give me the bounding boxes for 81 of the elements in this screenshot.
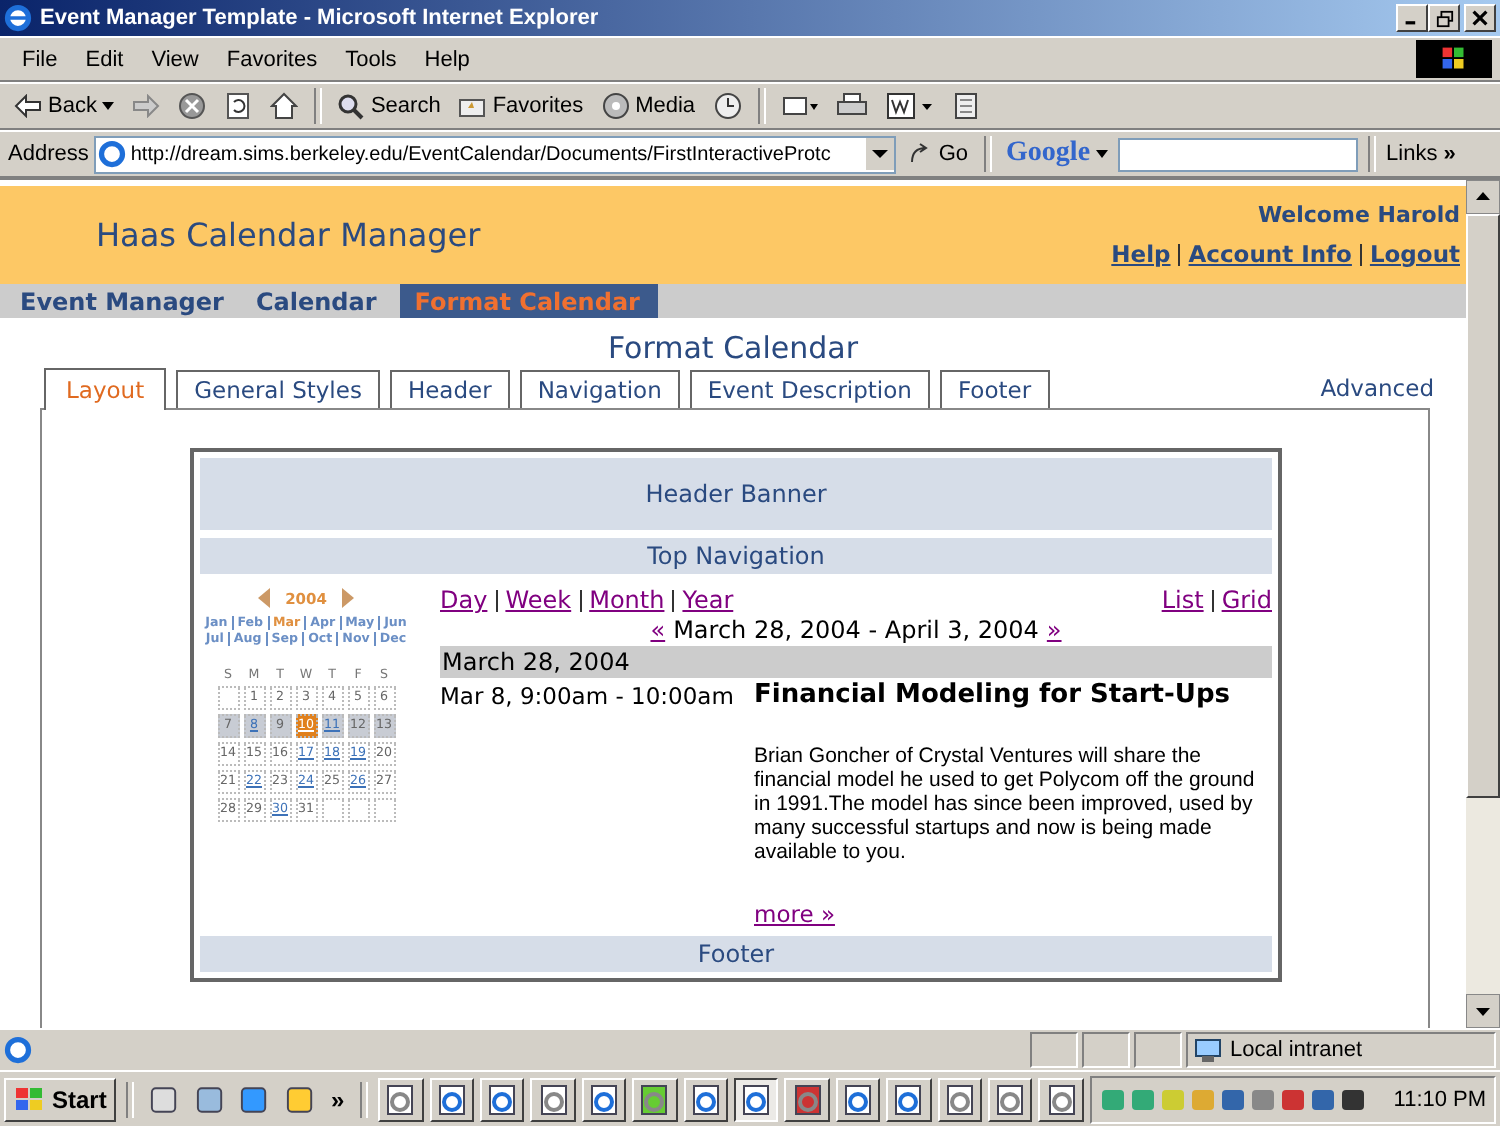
event-title: Financial Modeling for Start-Ups — [754, 680, 1233, 710]
history-icon[interactable] — [713, 92, 742, 120]
dropdown-icon[interactable] — [866, 138, 895, 170]
go-arrow-icon — [908, 142, 933, 166]
footer-bar: Footer — [200, 936, 1272, 972]
user-link[interactable]: Account Info — [1188, 240, 1352, 268]
restore-button[interactable] — [1428, 4, 1460, 32]
caret-icon — [102, 102, 115, 110]
more-link[interactable]: more » — [754, 900, 835, 928]
scroll-down-button[interactable] — [1466, 994, 1500, 1028]
view-link[interactable]: Week — [505, 586, 572, 614]
menu-item[interactable]: Tools — [331, 47, 411, 71]
tray-icon[interactable] — [1219, 1085, 1246, 1113]
scrollbar[interactable] — [1466, 180, 1500, 1028]
close-icon — [1472, 10, 1488, 26]
back-arrow-icon — [14, 94, 42, 118]
caret-icon — [1096, 150, 1109, 158]
status-panel — [1134, 1032, 1182, 1068]
tab[interactable]: Footer — [939, 370, 1050, 408]
favorites-button[interactable]: Favorites — [452, 94, 590, 118]
menu-item[interactable]: Favorites — [212, 47, 332, 71]
close-button[interactable] — [1464, 4, 1496, 32]
date-header: March 28, 2004 — [440, 646, 1272, 678]
tab[interactable]: Event Description — [689, 370, 930, 408]
address-field[interactable]: http://dream.sims.berkeley.edu/EventCalendar/Documents/FirstInteractiveProtc — [94, 135, 897, 173]
user-link[interactable]: Logout — [1369, 240, 1460, 268]
view-link[interactable]: Year — [682, 586, 734, 614]
windows-logo-icon — [14, 1085, 46, 1113]
taskbar-button[interactable] — [733, 1077, 779, 1121]
nav-tab[interactable]: Calendar — [241, 284, 395, 318]
header-banner: Header Banner — [200, 458, 1272, 530]
edit-document-icon[interactable] — [885, 92, 934, 120]
layout-link[interactable]: Grid — [1221, 586, 1272, 614]
scroll-up-button[interactable] — [1466, 180, 1500, 214]
advanced-link[interactable]: Advanced — [1320, 374, 1434, 408]
search-field[interactable] — [1118, 137, 1359, 171]
window-title: Event Manager Template - Microsoft Internet Explorer — [40, 6, 599, 30]
tray-icon[interactable] — [1339, 1085, 1366, 1113]
clock: 11:10 PM — [1393, 1087, 1487, 1111]
user-link[interactable]: Help — [1111, 240, 1171, 268]
more-links-button[interactable]: » — [1443, 142, 1456, 166]
go-button[interactable]: Go — [902, 142, 975, 166]
media-button[interactable]: Media — [595, 92, 702, 120]
search-icon — [338, 93, 365, 119]
print-icon[interactable] — [835, 92, 868, 120]
home-icon[interactable] — [270, 92, 299, 120]
stop-icon[interactable] — [178, 92, 207, 120]
layout-link[interactable]: List — [1161, 586, 1204, 614]
tab[interactable]: Header — [389, 370, 510, 408]
more-button[interactable]: » — [330, 1085, 345, 1113]
menu-item[interactable]: File — [8, 47, 72, 71]
links-label[interactable]: Links — [1386, 142, 1438, 166]
restore-icon — [1435, 9, 1453, 27]
nav-tab[interactable]: Event Manager — [6, 284, 242, 318]
security-zone: Local intranet — [1186, 1032, 1496, 1068]
menu-item[interactable]: Edit — [71, 47, 138, 71]
start-button[interactable]: Start — [4, 1077, 117, 1121]
search-button[interactable]: Search — [332, 93, 447, 119]
next-week-link[interactable]: » — [1046, 616, 1062, 644]
page-heading: Format Calendar — [605, 332, 861, 366]
status-panel — [1082, 1032, 1130, 1068]
site-title: Haas Calendar Manager — [96, 216, 481, 254]
event-description: Brian Goncher of Crystal Ventures will share the financial model he used to get Polycom off the ground in 1991.The model has since been improved, used by many successful startups and now is being made available to you. — [754, 744, 1257, 864]
menu-item[interactable]: Help — [410, 47, 484, 71]
view-link[interactable]: Month — [589, 586, 665, 614]
windows-logo-icon — [1416, 40, 1492, 78]
back-button[interactable]: Back — [8, 94, 121, 118]
computer-icon — [1194, 1036, 1222, 1064]
tab[interactable]: Navigation — [519, 370, 680, 408]
tray-icon[interactable] — [1309, 1085, 1336, 1113]
view-link[interactable]: Day — [440, 586, 488, 614]
previous-week-link[interactable]: « — [650, 616, 666, 644]
disc-icon — [601, 92, 630, 120]
address-label: Address — [8, 142, 89, 166]
menu-item[interactable]: View — [137, 47, 213, 71]
welcome-text: Welcome Harold — [1257, 202, 1460, 228]
top-navigation-bar: Top Navigation — [200, 538, 1272, 574]
minimize-button[interactable] — [1396, 4, 1428, 32]
date-range: March 28, 2004 - April 3, 2004 — [673, 616, 1039, 644]
status-panel — [1030, 1032, 1078, 1068]
tab[interactable]: General Styles — [176, 370, 380, 408]
